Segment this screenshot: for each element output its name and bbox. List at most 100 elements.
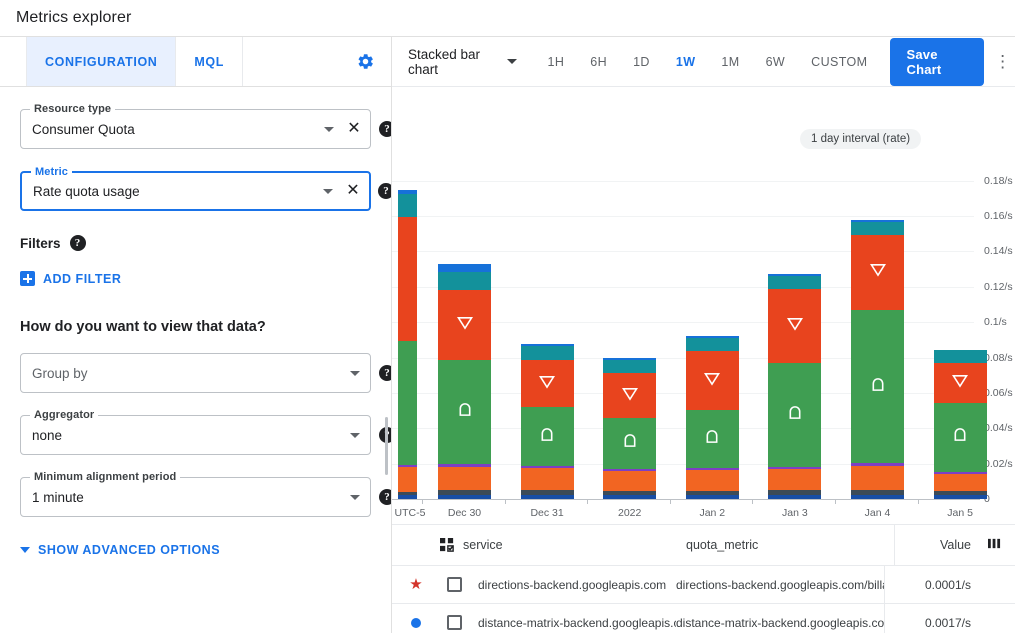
chart-bar-segment[interactable] — [851, 490, 904, 495]
chart-bar-segment[interactable] — [768, 495, 821, 499]
row-checkbox[interactable] — [447, 615, 462, 630]
show-advanced-options-button[interactable]: SHOW ADVANCED OPTIONS — [20, 543, 220, 557]
chart-bar-segment[interactable] — [521, 466, 574, 468]
range-custom[interactable]: CUSTOM — [798, 49, 880, 75]
range-1h[interactable]: 1H — [535, 49, 578, 75]
chevron-down-icon[interactable] — [350, 433, 360, 438]
chart-bar-segment[interactable] — [851, 220, 904, 222]
help-icon[interactable]: ? — [379, 489, 392, 505]
help-icon[interactable]: ? — [379, 365, 392, 381]
bars-icon[interactable] — [988, 537, 1001, 553]
chart-bar-segment[interactable] — [851, 466, 904, 490]
metric-field[interactable]: Metric Rate quota usage ✕ ? — [20, 171, 371, 211]
chart-bar-segment[interactable] — [603, 358, 656, 360]
chart-bar-segment[interactable] — [603, 469, 656, 471]
chart-bar-segment[interactable] — [603, 373, 656, 418]
chart-bar-segment[interactable] — [398, 467, 417, 492]
chart-bar-segment[interactable] — [934, 474, 987, 490]
chart-bar-segment[interactable] — [934, 363, 987, 403]
chart-bar-segment[interactable] — [438, 490, 491, 495]
table-row[interactable]: ★ directions-backend.googleapis.com dire… — [392, 566, 1015, 604]
chart-bar-segment[interactable] — [398, 492, 417, 496]
chart-bar-segment[interactable] — [851, 222, 904, 235]
chart-bar-segment[interactable] — [438, 467, 491, 490]
row-checkbox-cell[interactable] — [440, 577, 468, 592]
save-chart-button[interactable]: Save Chart — [890, 38, 984, 86]
row-checkbox[interactable] — [447, 577, 462, 592]
aggregator-field[interactable]: Aggregator none ? — [20, 415, 371, 455]
tab-configuration[interactable]: CONFIGURATION — [26, 37, 176, 86]
chart-bar-segment[interactable] — [934, 403, 987, 472]
chart-bar-segment[interactable] — [438, 264, 491, 273]
chart-bar-segment[interactable] — [768, 363, 821, 467]
chart-bar-segment[interactable] — [438, 290, 491, 360]
chart-bar-segment[interactable] — [398, 465, 417, 467]
chart-bar-segment[interactable] — [398, 341, 417, 465]
chart-bar-segment[interactable] — [438, 495, 491, 499]
chart-bar-segment[interactable] — [934, 472, 987, 474]
range-6h[interactable]: 6H — [577, 49, 620, 75]
chart-bar[interactable] — [438, 264, 491, 499]
chart-bar-segment[interactable] — [438, 360, 491, 464]
chart-bar-segment[interactable] — [603, 360, 656, 373]
chart-bar-segment[interactable] — [768, 469, 821, 489]
chart-bar-segment[interactable] — [851, 310, 904, 464]
help-icon[interactable]: ? — [378, 183, 392, 199]
add-filter-button[interactable]: ADD FILTER — [20, 271, 121, 286]
chart-bar[interactable] — [398, 190, 417, 499]
chart-bar[interactable] — [851, 220, 904, 499]
chart-bar-segment[interactable] — [768, 289, 821, 362]
chart-bar[interactable] — [603, 358, 656, 499]
chevron-down-icon[interactable] — [324, 127, 334, 132]
chart-bar-segment[interactable] — [686, 468, 739, 470]
chart-bar-segment[interactable] — [934, 350, 987, 363]
chevron-down-icon[interactable] — [350, 371, 360, 376]
chart-bar-segment[interactable] — [398, 495, 417, 499]
chart-bar-segment[interactable] — [521, 344, 574, 346]
chart-bar-segment[interactable] — [768, 276, 821, 289]
chart-bar[interactable] — [521, 344, 574, 499]
chart-bar-segment[interactable] — [686, 351, 739, 409]
group-by-field[interactable]: Group by ? — [20, 353, 371, 393]
chart-bar-segment[interactable] — [438, 464, 491, 466]
chart-bar-segment[interactable] — [686, 470, 739, 490]
chart-bar[interactable] — [934, 350, 987, 499]
chart-type-selector[interactable]: Stacked bar chart — [408, 47, 517, 77]
chart-bar[interactable] — [768, 274, 821, 499]
chart-bar-segment[interactable] — [686, 491, 739, 495]
chart-bar-segment[interactable] — [521, 407, 574, 465]
chart-bar-segment[interactable] — [768, 490, 821, 495]
chart-bar-segment[interactable] — [398, 194, 417, 217]
chart-bar-segment[interactable] — [934, 491, 987, 495]
chart-bar-segment[interactable] — [851, 495, 904, 499]
chart-bar-segment[interactable] — [398, 217, 417, 341]
chart-bar-segment[interactable] — [521, 360, 574, 408]
chart-bar-segment[interactable] — [686, 338, 739, 351]
close-icon[interactable]: ✕ — [343, 183, 363, 199]
help-icon[interactable]: ? — [70, 235, 86, 251]
tab-mql[interactable]: MQL — [175, 37, 243, 86]
table-row[interactable]: distance-matrix-backend.googleapis.com d… — [392, 604, 1015, 633]
alignment-period-field[interactable]: Minimum alignment period 1 minute ? — [20, 477, 371, 517]
close-icon[interactable]: ✕ — [344, 121, 364, 137]
chart-bar-segment[interactable] — [521, 495, 574, 499]
gear-icon[interactable] — [353, 50, 377, 74]
chart-bar-segment[interactable] — [603, 495, 656, 499]
chart-bar-segment[interactable] — [603, 471, 656, 490]
select-columns-icon[interactable] — [440, 538, 454, 552]
chart-bar[interactable] — [686, 336, 739, 499]
range-1m[interactable]: 1M — [708, 49, 752, 75]
range-1w[interactable]: 1W — [663, 49, 709, 75]
range-6w[interactable]: 6W — [753, 49, 799, 75]
chart-bar-segment[interactable] — [851, 235, 904, 309]
chart-bar-segment[interactable] — [686, 410, 739, 468]
chart-bar-segment[interactable] — [686, 336, 739, 338]
chart-bar-segment[interactable] — [768, 274, 821, 276]
chart-bar-segment[interactable] — [686, 495, 739, 499]
chart-bar-segment[interactable] — [603, 418, 656, 469]
row-checkbox-cell[interactable] — [440, 615, 468, 630]
chart-bar-segment[interactable] — [934, 495, 987, 499]
chart-bar-segment[interactable] — [521, 490, 574, 495]
chart-bar-segment[interactable] — [438, 272, 491, 290]
chevron-down-icon[interactable] — [350, 495, 360, 500]
